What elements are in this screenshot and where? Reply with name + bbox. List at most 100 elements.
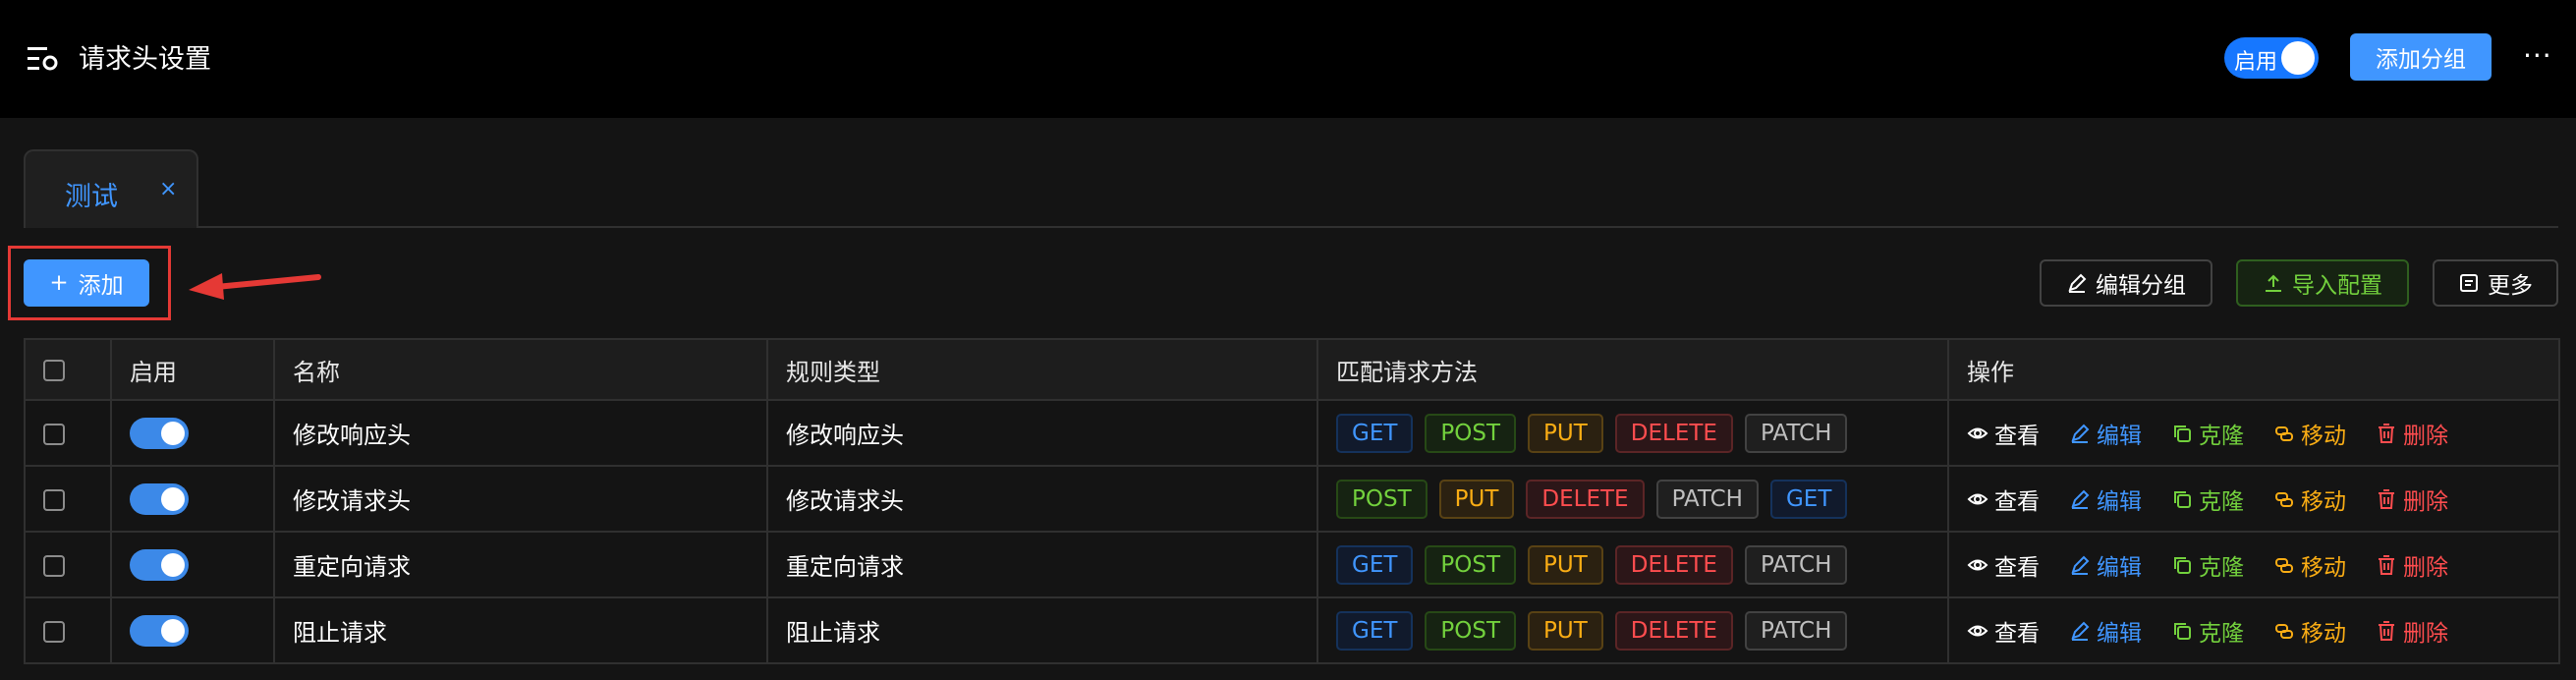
row-enable-cell: [110, 399, 275, 467]
action-copy-button[interactable]: 克隆: [2171, 548, 2244, 582]
row-actions: 查看 编辑 克隆 移动 删除: [1967, 417, 2541, 450]
pencil-icon: [2069, 554, 2091, 576]
action-copy-button[interactable]: 克隆: [2171, 417, 2244, 450]
toggle-knob: [161, 618, 185, 643]
action-pencil-button[interactable]: 编辑: [2069, 614, 2142, 648]
column-header: 规则类型: [766, 338, 1318, 401]
action-eye-button[interactable]: 查看: [1967, 417, 2040, 450]
action-move-button[interactable]: 移动: [2273, 614, 2346, 648]
column-header: 启用: [110, 338, 275, 401]
method-tag: GET: [1336, 544, 1414, 585]
action-eye-button[interactable]: 查看: [1967, 614, 2040, 648]
global-enable-label: 启用: [2234, 50, 2278, 75]
import-config-button[interactable]: 导入配置: [2236, 259, 2409, 307]
add-rule-label: 添加: [78, 273, 124, 299]
method-tag: POST: [1336, 479, 1428, 519]
actions-cell: 查看 编辑 克隆 移动 删除: [1947, 465, 2560, 533]
row-enable-toggle[interactable]: [130, 614, 189, 647]
pencil-icon: [2069, 423, 2091, 444]
action-eye-button[interactable]: 查看: [1967, 482, 2040, 516]
method-tag: PUT: [1528, 610, 1603, 651]
row-enable-toggle[interactable]: [130, 417, 189, 449]
rule-type-cell: 重定向请求: [766, 531, 1318, 598]
action-move-button[interactable]: 移动: [2273, 417, 2346, 450]
edit-group-button[interactable]: 编辑分组: [2040, 259, 2212, 307]
add-rule-button[interactable]: + 添加: [24, 259, 149, 307]
method-tag: DELETE: [1614, 610, 1733, 651]
select-all-checkbox[interactable]: [43, 360, 65, 381]
row-enable-cell: [110, 596, 275, 664]
action-move-button[interactable]: 移动: [2273, 482, 2346, 516]
row-actions: 查看 编辑 克隆 移动 删除: [1967, 482, 2541, 516]
action-trash-button[interactable]: 删除: [2376, 614, 2448, 648]
row-enable-cell: [110, 465, 275, 533]
action-pencil-button[interactable]: 编辑: [2069, 482, 2142, 516]
table-row: 修改请求头 修改请求头 POST PUT DELETE PATCH GET 查看 编辑 克隆 移动 删…: [24, 465, 2560, 533]
table-row: 阻止请求 阻止请求 GET POST PUT DELETE PATCH 查看 编辑 克隆 移动 删除: [24, 596, 2560, 664]
action-copy-button[interactable]: 克隆: [2171, 614, 2244, 648]
move-icon: [2273, 620, 2295, 642]
action-label: 克隆: [2199, 488, 2244, 515]
plus-icon: +: [49, 270, 69, 296]
action-label: 克隆: [2199, 423, 2244, 449]
tab-bar-divider: [24, 226, 2558, 228]
close-icon[interactable]: ×: [159, 177, 177, 201]
upload-icon: [2266, 274, 2281, 292]
method-tag: DELETE: [1614, 413, 1733, 453]
row-checkbox[interactable]: [43, 423, 65, 445]
column-header: 匹配请求方法: [1316, 338, 1949, 401]
rule-name-cell: 修改响应头: [273, 399, 768, 467]
action-label: 移动: [2301, 423, 2346, 449]
row-checkbox[interactable]: [43, 488, 65, 511]
action-label: 编辑: [2097, 488, 2142, 515]
move-icon: [2273, 423, 2295, 444]
action-eye-button[interactable]: 查看: [1967, 548, 2040, 582]
file-icon: [2460, 274, 2478, 292]
action-pencil-button[interactable]: 编辑: [2069, 417, 2142, 450]
more-button[interactable]: 更多: [2433, 259, 2558, 307]
action-trash-button[interactable]: 删除: [2376, 417, 2448, 450]
actions-cell: 查看 编辑 克隆 移动 删除: [1947, 399, 2560, 467]
action-copy-button[interactable]: 克隆: [2171, 482, 2244, 516]
action-move-button[interactable]: 移动: [2273, 548, 2346, 582]
tab-test[interactable]: 测试 ×: [24, 149, 198, 228]
menu-icon[interactable]: [28, 43, 59, 75]
import-config-label: 导入配置: [2292, 273, 2382, 299]
action-label: 编辑: [2097, 554, 2142, 581]
more-label: 更多: [2488, 273, 2533, 299]
row-select-cell: [24, 596, 112, 664]
row-checkbox[interactable]: [43, 554, 65, 577]
eye-icon: [1967, 620, 1988, 642]
column-header: 名称: [273, 338, 768, 401]
more-menu-icon[interactable]: ···: [2523, 39, 2552, 72]
copy-icon: [2171, 488, 2193, 510]
row-checkbox[interactable]: [43, 620, 65, 643]
action-pencil-button[interactable]: 编辑: [2069, 548, 2142, 582]
row-enable-toggle[interactable]: [130, 548, 189, 581]
copy-icon: [2171, 620, 2193, 642]
row-select-cell: [24, 465, 112, 533]
add-group-button[interactable]: 添加分组: [2350, 33, 2492, 81]
row-enable-cell: [110, 531, 275, 598]
global-enable-toggle[interactable]: 启用: [2224, 37, 2319, 79]
action-label: 查看: [1994, 620, 2040, 647]
toggle-knob: [161, 421, 185, 445]
row-enable-toggle[interactable]: [130, 482, 189, 515]
methods-cell: POST PUT DELETE PATCH GET: [1316, 465, 1949, 533]
row-select-cell: [24, 531, 112, 598]
action-label: 编辑: [2097, 620, 2142, 647]
rule-name-cell: 重定向请求: [273, 531, 768, 598]
action-trash-button[interactable]: 删除: [2376, 482, 2448, 516]
tab-label: 测试: [65, 182, 118, 212]
pencil-icon: [2069, 488, 2091, 510]
page-title: 请求头设置: [79, 44, 211, 75]
method-tag: DELETE: [1526, 479, 1645, 519]
method-tag: PUT: [1438, 479, 1515, 519]
action-trash-button[interactable]: 删除: [2376, 548, 2448, 582]
table-row: 重定向请求 重定向请求 GET POST PUT DELETE PATCH 查看 编辑 克隆 移动 删…: [24, 531, 2560, 598]
method-tag: POST: [1425, 610, 1517, 651]
action-label: 编辑: [2097, 423, 2142, 449]
copy-icon: [2171, 554, 2193, 576]
method-tag: PATCH: [1744, 413, 1848, 453]
method-tag: GET: [1336, 413, 1414, 453]
